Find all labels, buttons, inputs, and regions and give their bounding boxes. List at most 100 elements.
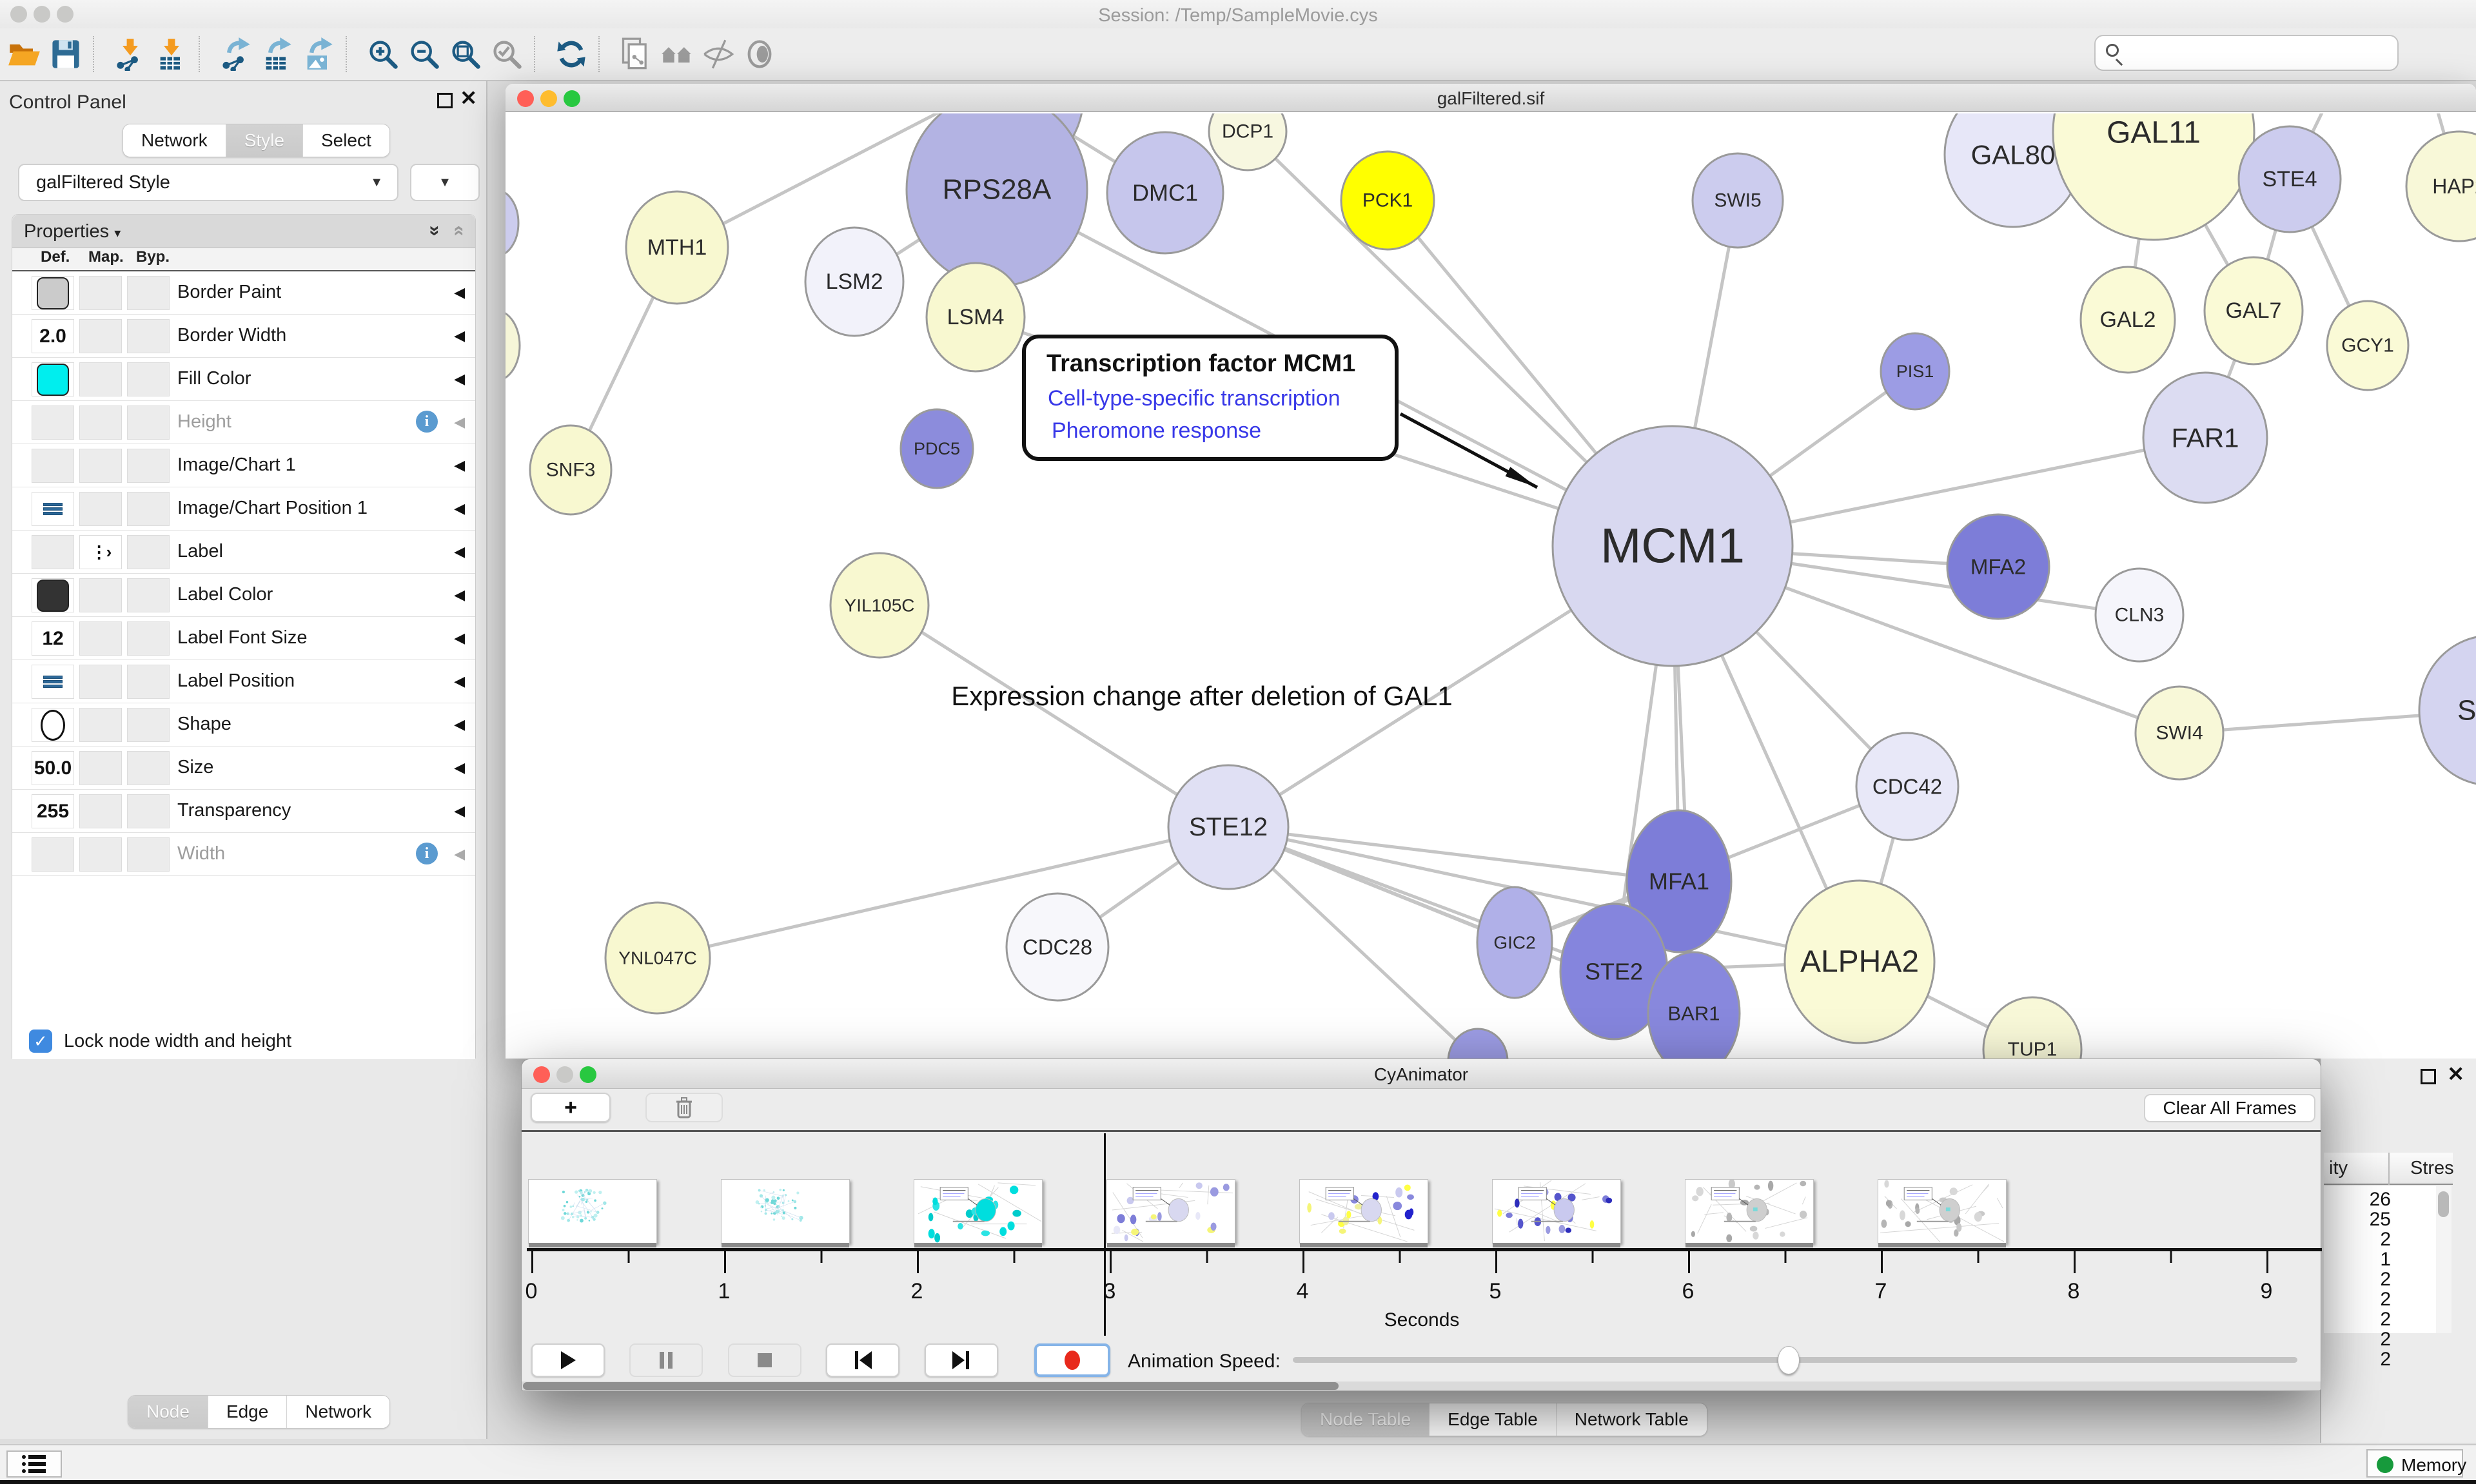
close-panel-icon[interactable]: ✕ <box>2447 1066 2464 1082</box>
network-node-swi4[interactable]: SWI4 <box>2136 687 2223 779</box>
expand-property-icon[interactable]: ◀ <box>454 327 465 344</box>
network-node-cut[interactable] <box>506 190 518 257</box>
export-network-button[interactable] <box>215 35 257 73</box>
info-icon[interactable]: i <box>416 843 438 864</box>
export-image-button[interactable] <box>298 35 339 73</box>
first-neighbors-button[interactable] <box>656 35 698 73</box>
frame-thumbnail-5s[interactable] <box>1492 1179 1621 1244</box>
frame-thumbnail-3s[interactable] <box>1106 1179 1235 1244</box>
zoom-fit-button[interactable] <box>445 35 486 73</box>
annotation-link-2[interactable]: Pheromone response <box>1052 418 1261 444</box>
add-frame-button[interactable]: + <box>531 1093 611 1122</box>
frame-thumbnail-4s[interactable] <box>1299 1179 1428 1244</box>
property-row-image-chart-position-1[interactable]: Image/Chart Position 1◀ <box>12 487 475 531</box>
record-button[interactable] <box>1034 1343 1110 1377</box>
network-node-ynl047c[interactable]: YNL047C <box>605 903 710 1013</box>
property-row-image-chart-1[interactable]: Image/Chart 1◀ <box>12 444 475 487</box>
network-node-cdc28[interactable]: CDC28 <box>1007 893 1108 1001</box>
panel-tab-edge[interactable]: Edge <box>208 1396 287 1428</box>
network-node-hap2[interactable]: HAP2 <box>2406 132 2476 241</box>
network-node-pdc5[interactable]: PDC5 <box>901 409 973 488</box>
property-row-label-position[interactable]: Label Position◀ <box>12 660 475 703</box>
network-node-snf3[interactable]: SNF3 <box>530 425 611 514</box>
delete-frame-button[interactable] <box>645 1093 723 1122</box>
frame-thumbnail-1s[interactable] <box>721 1179 850 1244</box>
property-row-size[interactable]: 50.0Size◀ <box>12 747 475 790</box>
property-row-border-paint[interactable]: Border Paint◀ <box>12 271 475 315</box>
network-node-gcy1[interactable]: GCY1 <box>2327 301 2408 390</box>
tab-select[interactable]: Select <box>303 124 389 157</box>
network-node-gal11[interactable]: GAL11 <box>2053 113 2254 240</box>
network-node-yil105c[interactable]: YIL105C <box>830 553 928 658</box>
network-node-pis1[interactable]: PIS1 <box>1881 333 1949 409</box>
network-node-swi5[interactable]: SWI5 <box>1693 153 1783 248</box>
network-node-lsm4[interactable]: LSM4 <box>927 263 1025 371</box>
table-tab-edge-table[interactable]: Edge Table <box>1430 1403 1557 1436</box>
property-row-label[interactable]: ⋮›Label◀ <box>12 531 475 574</box>
property-row-label-color[interactable]: Label Color◀ <box>12 574 475 617</box>
zoom-out-button[interactable] <box>404 35 445 73</box>
network-node-mcm1[interactable]: MCM1 <box>1553 426 1793 666</box>
network-node-cln3[interactable]: CLN3 <box>2096 569 2183 661</box>
expand-property-icon[interactable]: ◀ <box>454 803 465 819</box>
lock-node-size-checkbox[interactable]: ✓ <box>29 1030 52 1053</box>
tab-network[interactable]: Network <box>123 124 226 157</box>
play-button[interactable] <box>531 1343 605 1377</box>
float-panel-icon[interactable] <box>437 93 453 108</box>
frame-thumbnail-0s[interactable] <box>528 1179 657 1244</box>
mcm1-annotation-box[interactable]: Transcription factor MCM1 Cell-type-spec… <box>1022 335 1399 461</box>
expand-property-icon[interactable]: ◀ <box>454 414 465 431</box>
duplicate-network-button[interactable] <box>615 35 656 73</box>
properties-header[interactable]: Properties ▾ » « <box>12 215 475 248</box>
network-node-mfa2[interactable]: MFA2 <box>1947 514 2049 619</box>
expand-property-icon[interactable]: ◀ <box>454 457 465 474</box>
import-network-button[interactable] <box>110 35 151 73</box>
frame-thumbnail-7s[interactable] <box>1878 1179 2007 1244</box>
property-row-border-width[interactable]: 2.0Border Width◀ <box>12 315 475 358</box>
network-node-gal7[interactable]: GAL7 <box>2205 257 2303 364</box>
panel-tab-node[interactable]: Node <box>128 1396 208 1428</box>
property-row-width[interactable]: Widthi◀ <box>12 833 475 876</box>
skip-to-end-button[interactable] <box>925 1343 998 1377</box>
network-node-bar1[interactable]: BAR1 <box>1648 952 1740 1059</box>
speed-slider-thumb[interactable] <box>1778 1346 1800 1374</box>
open-session-button[interactable] <box>4 35 45 73</box>
network-node-gic2[interactable]: GIC2 <box>1477 887 1552 998</box>
style-select[interactable]: galFiltered Style ▼ <box>18 164 398 201</box>
property-row-height[interactable]: Heighti◀ <box>12 401 475 444</box>
skip-to-start-button[interactable] <box>826 1343 899 1377</box>
zoom-in-button[interactable] <box>362 35 404 73</box>
property-row-transparency[interactable]: 255Transparency◀ <box>12 790 475 833</box>
network-node-cut[interactable] <box>506 310 520 381</box>
panel-tab-network[interactable]: Network <box>287 1396 389 1428</box>
network-node-rps28a[interactable]: RPS28A <box>907 113 1087 286</box>
table-scrollbar[interactable] <box>2436 1186 2451 1333</box>
expand-property-icon[interactable]: ◀ <box>454 759 465 776</box>
float-panel-icon[interactable] <box>2421 1069 2436 1084</box>
expand-property-icon[interactable]: ◀ <box>454 284 465 301</box>
network-node-tup1[interactable]: TUP1 <box>1983 997 2081 1059</box>
table-column-headers[interactable]: ity Stres <box>2324 1153 2453 1185</box>
network-node-ste12[interactable]: STE12 <box>1168 765 1288 889</box>
expand-all-icon[interactable]: » <box>424 226 446 237</box>
search-input[interactable] <box>2094 35 2399 71</box>
collapse-all-icon[interactable]: « <box>449 226 471 237</box>
export-table-button[interactable] <box>257 35 298 73</box>
memory-button[interactable]: Memory <box>2366 1449 2463 1478</box>
hide-selected-button[interactable] <box>698 35 739 73</box>
save-session-button[interactable] <box>45 35 86 73</box>
frame-thumbnail-6s[interactable] <box>1685 1179 1814 1244</box>
expand-property-icon[interactable]: ◀ <box>454 846 465 863</box>
property-row-shape[interactable]: Shape◀ <box>12 703 475 747</box>
task-history-button[interactable] <box>6 1450 62 1478</box>
expand-property-icon[interactable]: ◀ <box>454 543 465 560</box>
network-canvas[interactable]: DCP1RPS28ADMC1PCK1SWI5GAL80GAL11STE4HAP2… <box>506 113 2476 1059</box>
expand-property-icon[interactable]: ◀ <box>454 630 465 647</box>
property-row-fill-color[interactable]: Fill Color◀ <box>12 358 475 401</box>
network-node-mth1[interactable]: MTH1 <box>626 191 728 304</box>
network-node-dcp1[interactable]: DCP1 <box>1209 113 1286 170</box>
property-row-label-font-size[interactable]: 12Label Font Size◀ <box>12 617 475 660</box>
expand-property-icon[interactable]: ◀ <box>454 673 465 690</box>
import-table-button[interactable] <box>151 35 192 73</box>
apply-layout-button[interactable] <box>551 35 592 73</box>
